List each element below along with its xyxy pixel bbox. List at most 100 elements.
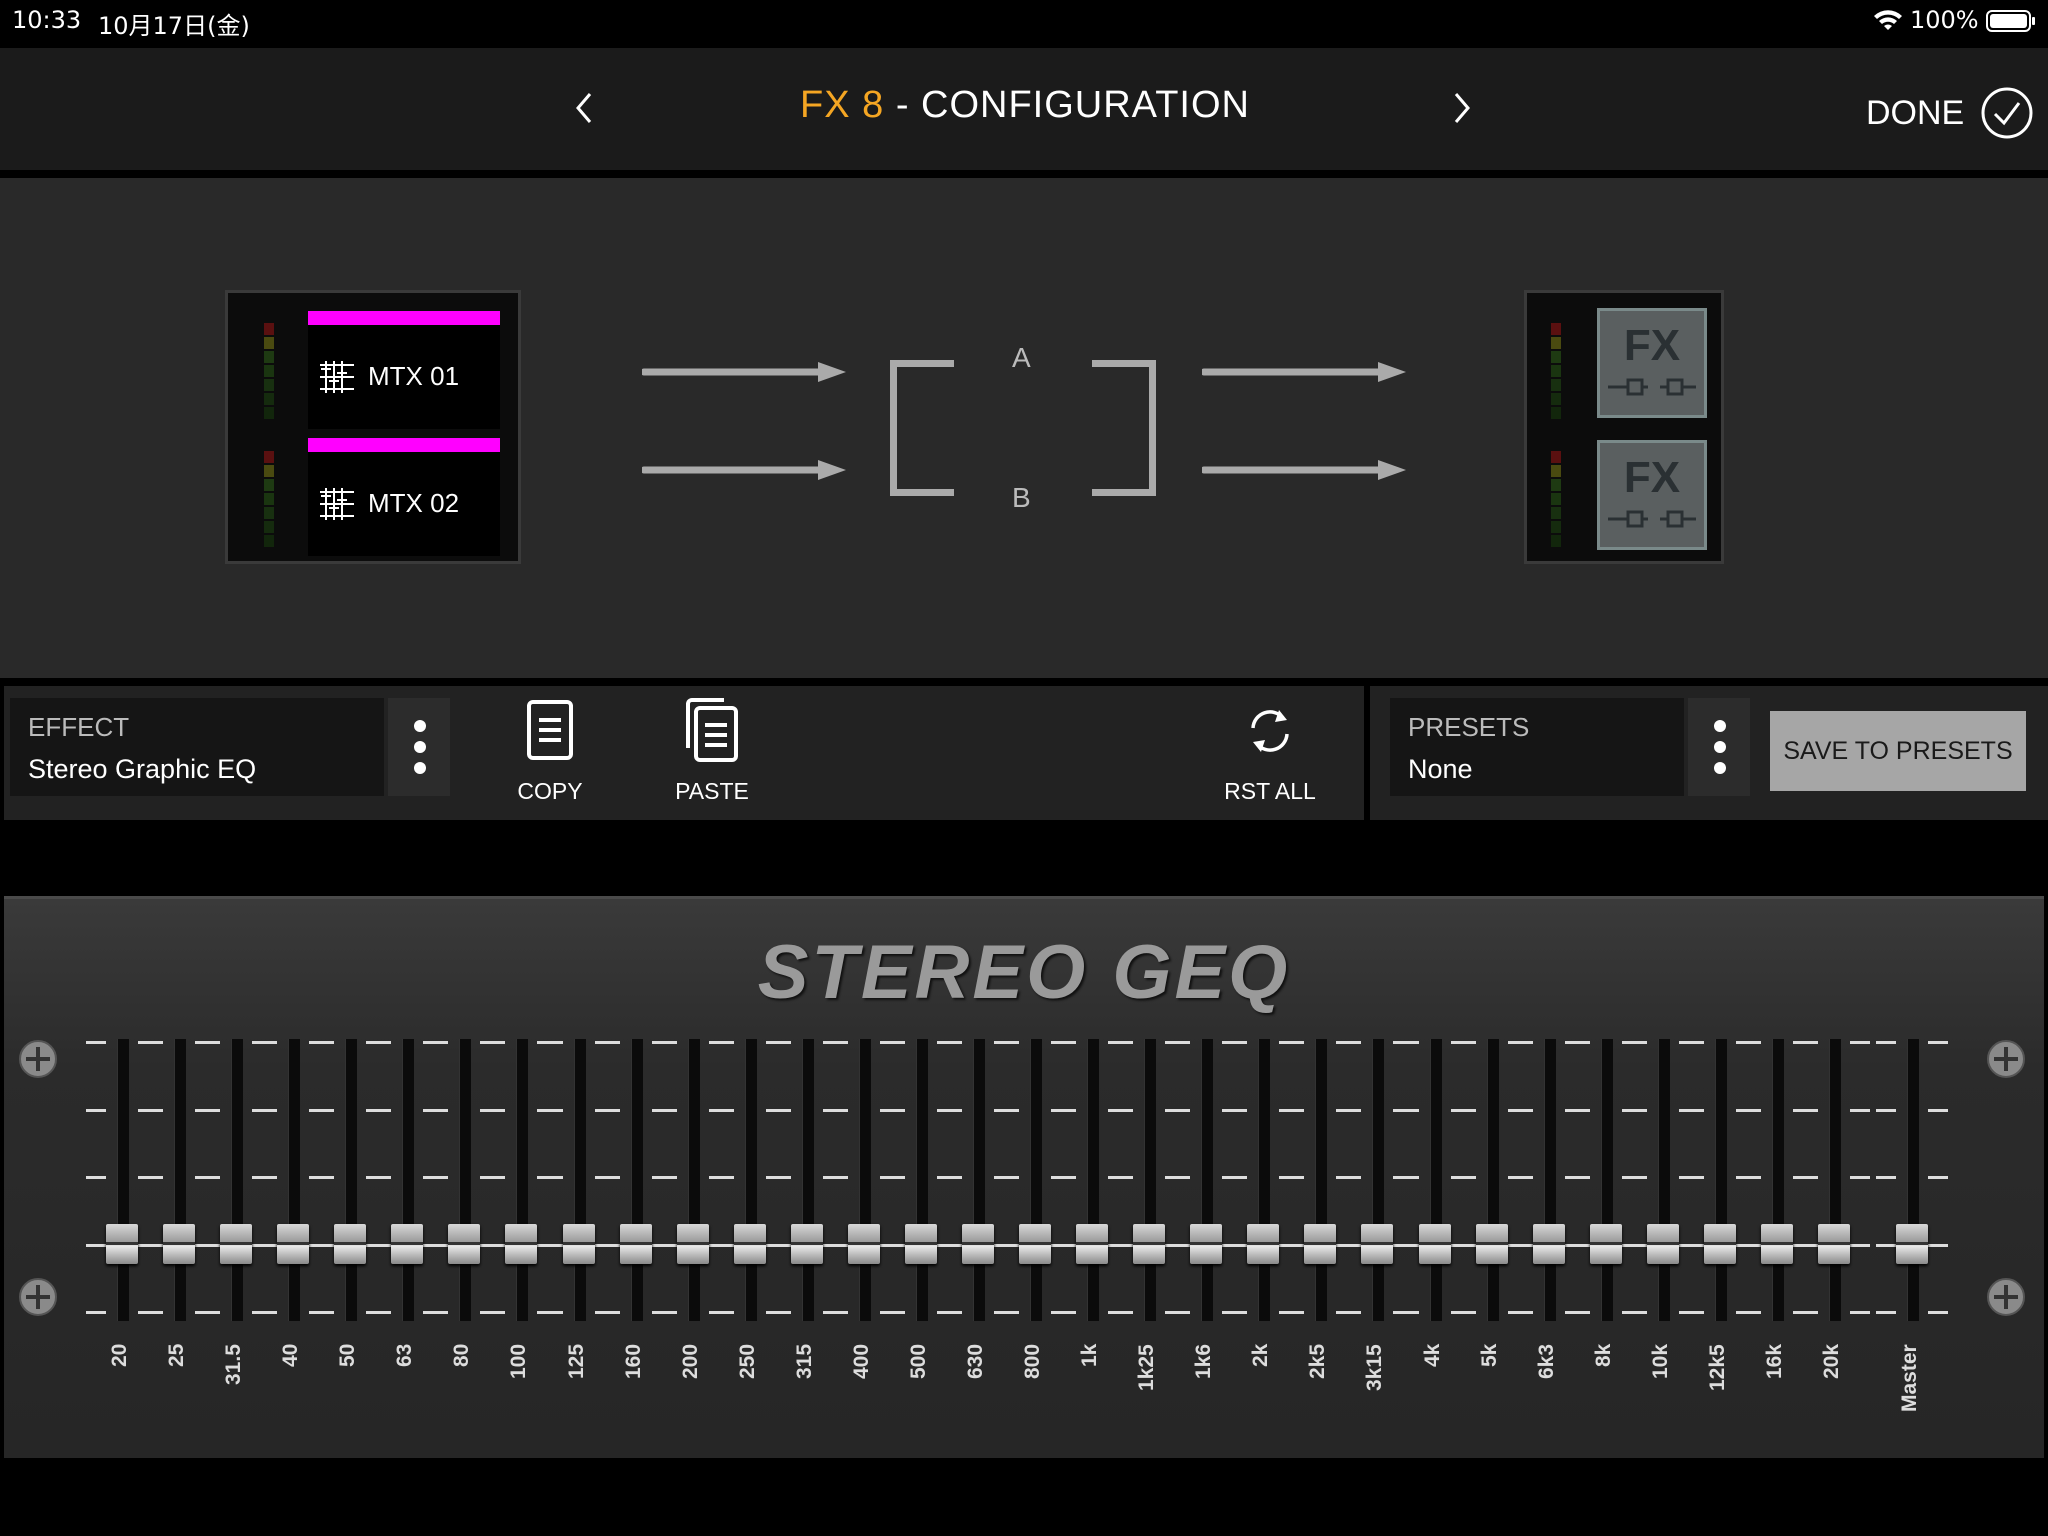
fader-track[interactable] <box>1372 1039 1384 1321</box>
fader-knob[interactable] <box>391 1224 423 1264</box>
presets-more-button[interactable] <box>1688 698 1750 796</box>
fader-knob[interactable] <box>1476 1224 1508 1264</box>
fader-track[interactable] <box>1315 1039 1327 1321</box>
fader-knob[interactable] <box>106 1224 138 1264</box>
presets-selector[interactable]: PRESETS None <box>1390 698 1684 796</box>
arrow-right-icon <box>642 362 846 382</box>
fx-insert-button[interactable]: FX <box>1597 440 1707 550</box>
fader-track[interactable] <box>174 1039 186 1321</box>
fader-track[interactable] <box>459 1039 471 1321</box>
fader-frequency-label: 400 <box>850 1344 873 1380</box>
fader-knob[interactable] <box>677 1224 709 1264</box>
fader-track[interactable] <box>288 1039 300 1321</box>
fader-track[interactable] <box>1601 1039 1613 1321</box>
done-button[interactable]: DONE <box>1866 86 2034 140</box>
fader-knob[interactable] <box>791 1224 823 1264</box>
fader-track[interactable] <box>1201 1039 1213 1321</box>
fader-frequency-label: 20k <box>1820 1344 1843 1380</box>
fader-track[interactable] <box>117 1039 129 1321</box>
fader-track[interactable] <box>1258 1039 1270 1321</box>
scale-tick <box>86 1311 106 1314</box>
fader-track[interactable] <box>1772 1039 1784 1321</box>
fader-knob[interactable] <box>848 1224 880 1264</box>
scale-tick <box>485 1041 505 1044</box>
routing-panel: MTX 01 MTX 02 A B FX FX <box>0 178 2048 678</box>
fader-track[interactable] <box>402 1039 414 1321</box>
fader-track[interactable] <box>1715 1039 1727 1321</box>
fader-track[interactable] <box>1829 1039 1841 1321</box>
scale-tick <box>428 1311 448 1314</box>
fader-knob[interactable] <box>1818 1224 1850 1264</box>
fader-track[interactable] <box>859 1039 871 1321</box>
fader-track[interactable] <box>1544 1039 1556 1321</box>
chevron-right-icon[interactable] <box>1446 88 1478 128</box>
fader-knob[interactable] <box>448 1224 480 1264</box>
title-separator: - <box>895 84 910 126</box>
fader-track[interactable] <box>745 1039 757 1321</box>
fader-knob[interactable] <box>1019 1224 1051 1264</box>
fader-track[interactable] <box>1030 1039 1042 1321</box>
scale-tick <box>1456 1176 1476 1179</box>
fader-knob[interactable] <box>1761 1224 1793 1264</box>
fader-knob[interactable] <box>962 1224 994 1264</box>
reset-all-button[interactable]: RST ALL <box>1215 698 1325 808</box>
fader-knob[interactable] <box>1133 1224 1165 1264</box>
fader-track[interactable] <box>973 1039 985 1321</box>
fader-knob[interactable] <box>734 1224 766 1264</box>
fader-track[interactable] <box>1144 1039 1156 1321</box>
fader-knob[interactable] <box>505 1224 537 1264</box>
fader-track[interactable] <box>1087 1039 1099 1321</box>
fader-knob[interactable] <box>1533 1224 1565 1264</box>
level-meter <box>264 451 274 549</box>
save-to-presets-button[interactable]: SAVE TO PRESETS <box>1770 711 2026 791</box>
fader-track[interactable] <box>1907 1039 1919 1321</box>
fx-route-icon <box>1608 510 1696 528</box>
scale-tick <box>1684 1176 1704 1179</box>
fader-track[interactable] <box>688 1039 700 1321</box>
effect-selector[interactable]: EFFECT Stereo Graphic EQ <box>10 698 384 796</box>
fader-knob[interactable] <box>1076 1224 1108 1264</box>
scale-tick <box>1741 1244 1761 1247</box>
fader-knob[interactable] <box>1304 1224 1336 1264</box>
scale-tick <box>1056 1041 1076 1044</box>
fader-track[interactable] <box>345 1039 357 1321</box>
source-mtx-02[interactable]: MTX 02 <box>308 438 500 556</box>
reset-all-label: RST ALL <box>1224 778 1316 804</box>
source-mtx-01[interactable]: MTX 01 <box>308 311 500 429</box>
fader-knob[interactable] <box>905 1224 937 1264</box>
fader-knob[interactable] <box>334 1224 366 1264</box>
effect-more-button[interactable] <box>388 698 450 796</box>
fader-knob[interactable] <box>1419 1224 1451 1264</box>
fader-knob[interactable] <box>1590 1224 1622 1264</box>
fader-knob[interactable] <box>1361 1224 1393 1264</box>
scale-tick <box>942 1109 962 1112</box>
fader-knob[interactable] <box>1704 1224 1736 1264</box>
fader-knob[interactable] <box>163 1224 195 1264</box>
fader-knob[interactable] <box>1190 1224 1222 1264</box>
chevron-left-icon[interactable] <box>568 88 600 128</box>
scale-tick <box>714 1244 734 1247</box>
fader-knob[interactable] <box>1896 1224 1928 1264</box>
fader-track[interactable] <box>231 1039 243 1321</box>
fader-track[interactable] <box>516 1039 528 1321</box>
page-title: FX 8 - CONFIGURATION <box>700 84 1350 127</box>
copy-button[interactable]: COPY <box>495 698 605 808</box>
fader-track[interactable] <box>1487 1039 1499 1321</box>
fader-track[interactable] <box>802 1039 814 1321</box>
scale-tick <box>1928 1176 1948 1179</box>
geq-title: STEREO GEQ <box>757 930 1291 1015</box>
fader-track[interactable] <box>1658 1039 1670 1321</box>
fader-knob[interactable] <box>277 1224 309 1264</box>
fader-knob[interactable] <box>563 1224 595 1264</box>
fader-track[interactable] <box>631 1039 643 1321</box>
scale-tick <box>1684 1041 1704 1044</box>
fader-knob[interactable] <box>620 1224 652 1264</box>
paste-button[interactable]: PASTE <box>657 698 767 808</box>
fader-knob[interactable] <box>1647 1224 1679 1264</box>
fader-track[interactable] <box>1430 1039 1442 1321</box>
fader-track[interactable] <box>916 1039 928 1321</box>
fader-knob[interactable] <box>220 1224 252 1264</box>
fx-insert-button[interactable]: FX <box>1597 308 1707 418</box>
fader-knob[interactable] <box>1247 1224 1279 1264</box>
fader-track[interactable] <box>574 1039 586 1321</box>
